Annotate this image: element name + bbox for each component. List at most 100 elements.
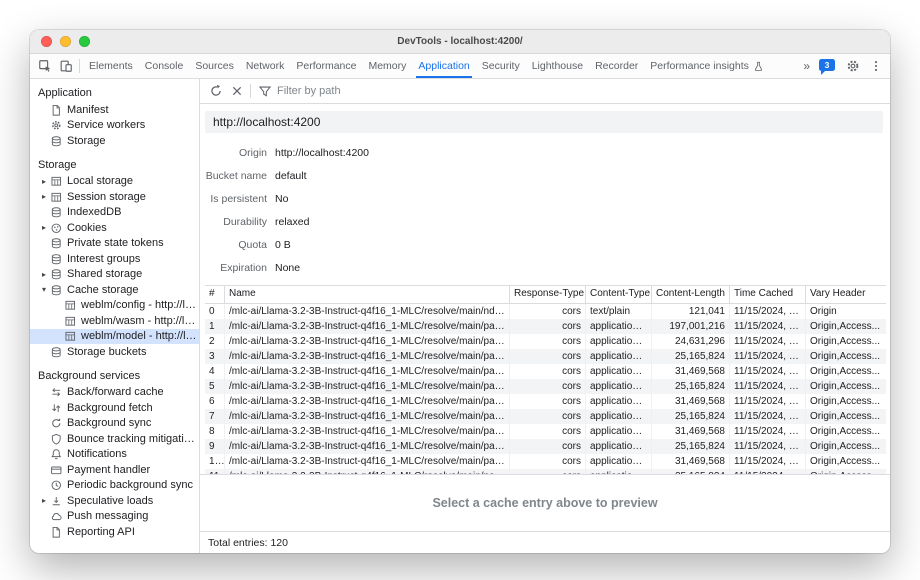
- cache-entry-row[interactable]: 4/mlc-ai/Llama-3.2-3B-Instruct-q4f16_1-M…: [205, 364, 886, 379]
- sidebar-item-storage-buckets[interactable]: Storage buckets: [30, 344, 199, 360]
- minimize-window-button[interactable]: [60, 36, 71, 47]
- tab-sources[interactable]: Sources: [189, 54, 240, 78]
- sidebar-item-label: Cookies: [67, 222, 107, 234]
- sidebar-item-background-sync[interactable]: Background sync: [30, 416, 199, 432]
- tab-lighthouse[interactable]: Lighthouse: [526, 54, 589, 78]
- cell-: 3: [205, 349, 225, 364]
- sidebar-item-service-workers[interactable]: Service workers: [30, 118, 199, 134]
- cell-content-length: 197,001,216: [652, 319, 730, 334]
- sidebar-item-bounce-tracking-mitigations[interactable]: Bounce tracking mitigations: [30, 431, 199, 447]
- sidebar-item-background-fetch[interactable]: Background fetch: [30, 400, 199, 416]
- sidebar-item-label: Cache storage: [67, 284, 139, 296]
- chevron-right-icon[interactable]: ▸: [38, 223, 50, 232]
- zoom-window-button[interactable]: [79, 36, 90, 47]
- sidebar-item-back-forward-cache[interactable]: Back/forward cache: [30, 385, 199, 401]
- kebab-menu-icon[interactable]: [865, 56, 886, 77]
- devtools-body: Application Manifest Service workers Storag…: [30, 79, 890, 553]
- console-messages-badge[interactable]: 3: [819, 59, 835, 71]
- sidebar-item-label: Service workers: [67, 119, 145, 131]
- sidebar-item-reporting-api[interactable]: Reporting API: [30, 524, 199, 540]
- document-icon: [50, 104, 67, 117]
- tab-elements[interactable]: Elements: [83, 54, 139, 78]
- sidebar-item-shared-storage[interactable]: ▸Shared storage: [30, 267, 199, 283]
- chevron-right-icon[interactable]: ▸: [38, 192, 50, 201]
- cache-entry-row[interactable]: 0/mlc-ai/Llama-3.2-3B-Instruct-q4f16_1-M…: [205, 304, 886, 319]
- tab-recorder[interactable]: Recorder: [589, 54, 644, 78]
- cell-time-cached: 11/15/2024, 10...: [730, 424, 806, 439]
- cell-time-cached: 11/15/2024, 10...: [730, 454, 806, 469]
- more-tabs-chevron-icon[interactable]: »: [799, 59, 814, 73]
- cache-entry-row[interactable]: 3/mlc-ai/Llama-3.2-3B-Instruct-q4f16_1-M…: [205, 349, 886, 364]
- sidebar-item-weblm-wasm-http-loca[interactable]: weblm/wasm - http://loca...: [30, 313, 199, 329]
- sidebar-item-session-storage[interactable]: ▸Session storage: [30, 189, 199, 205]
- sidebar-section-application: Application: [30, 84, 199, 102]
- settings-gear-icon[interactable]: [842, 56, 863, 77]
- close-window-button[interactable]: [41, 36, 52, 47]
- sidebar-item-cookies[interactable]: ▸ Cookies: [30, 220, 199, 236]
- tab-security[interactable]: Security: [476, 54, 526, 78]
- sidebar-item-local-storage[interactable]: ▸Local storage: [30, 174, 199, 190]
- cell-content-type: application/oc...: [586, 379, 652, 394]
- cache-entry-row[interactable]: 10/mlc-ai/Llama-3.2-3B-Instruct-q4f16_1-…: [205, 454, 886, 469]
- status-bar: Total entries: 120: [200, 531, 890, 553]
- tab-performance[interactable]: Performance: [290, 54, 362, 78]
- database-icon: [50, 253, 67, 266]
- device-toolbar-icon[interactable]: [55, 56, 76, 77]
- sidebar-item-cache-storage[interactable]: ▾ Cache storage: [30, 282, 199, 298]
- cache-origin-header: http://localhost:4200: [205, 111, 883, 133]
- sidebar-item-weblm-model-http-loc[interactable]: weblm/model - http://loc...: [30, 329, 199, 345]
- chevron-down-icon[interactable]: ▾: [38, 285, 50, 294]
- sidebar-item-push-messaging[interactable]: Push messaging: [30, 509, 199, 525]
- chevron-right-icon[interactable]: ▸: [38, 177, 50, 186]
- sidebar-item-weblm-config-http-loc[interactable]: weblm/config - http://loc...: [30, 298, 199, 314]
- sidebar-item-interest-groups[interactable]: Interest groups: [30, 251, 199, 267]
- column-header-content-length[interactable]: Content-Length: [652, 286, 730, 303]
- devtools-window: DevTools - localhost:4200/ ElementsConso…: [30, 30, 890, 553]
- chevron-right-icon[interactable]: ▸: [38, 496, 50, 505]
- sidebar-item-private-state-tokens[interactable]: Private state tokens: [30, 236, 199, 252]
- chevron-right-icon[interactable]: ▸: [38, 270, 50, 279]
- console-messages-count: 3: [825, 60, 830, 70]
- sidebar-item-speculative-loads[interactable]: ▸Speculative loads: [30, 493, 199, 509]
- filter-input[interactable]: [277, 85, 477, 97]
- cell-: 8: [205, 424, 225, 439]
- cell-content-type: application/oc...: [586, 394, 652, 409]
- cache-entry-row[interactable]: 6/mlc-ai/Llama-3.2-3B-Instruct-q4f16_1-M…: [205, 394, 886, 409]
- tab-network[interactable]: Network: [240, 54, 291, 78]
- sidebar-item-label: Manifest: [67, 104, 109, 116]
- sidebar-item-label: weblm/wasm - http://loca...: [81, 315, 199, 327]
- cache-entry-row[interactable]: 5/mlc-ai/Llama-3.2-3B-Instruct-q4f16_1-M…: [205, 379, 886, 394]
- column-header-name[interactable]: Name: [225, 286, 510, 303]
- tab-performance-insights[interactable]: Performance insights: [644, 54, 770, 78]
- inspect-element-icon[interactable]: [34, 56, 55, 77]
- sidebar-item-notifications[interactable]: Notifications: [30, 447, 199, 463]
- cell-name: /mlc-ai/Llama-3.2-3B-Instruct-q4f16_1-ML…: [225, 304, 510, 319]
- window-title: DevTools - localhost:4200/: [30, 36, 890, 47]
- cache-entry-row[interactable]: 7/mlc-ai/Llama-3.2-3B-Instruct-q4f16_1-M…: [205, 409, 886, 424]
- sidebar-item-indexeddb[interactable]: IndexedDB: [30, 205, 199, 221]
- sidebar-item-manifest[interactable]: Manifest: [30, 102, 199, 118]
- cache-entry-row[interactable]: 9/mlc-ai/Llama-3.2-3B-Instruct-q4f16_1-M…: [205, 439, 886, 454]
- sidebar-item-storage[interactable]: Storage: [30, 133, 199, 149]
- column-header-response-type[interactable]: Response-Type: [510, 286, 586, 303]
- cache-entry-row[interactable]: 1/mlc-ai/Llama-3.2-3B-Instruct-q4f16_1-M…: [205, 319, 886, 334]
- meta-value: relaxed: [275, 216, 309, 228]
- cell-content-type: application/oc...: [586, 454, 652, 469]
- column-header-[interactable]: #: [205, 286, 225, 303]
- cell-vary-header: Origin,Access...: [806, 394, 886, 409]
- refresh-icon[interactable]: [205, 81, 226, 102]
- sidebar-item-payment-handler[interactable]: Payment handler: [30, 462, 199, 478]
- sidebar-item-label: weblm/config - http://loc...: [81, 299, 199, 311]
- column-header-vary-header[interactable]: Vary Header: [806, 286, 886, 303]
- cache-entry-row[interactable]: 2/mlc-ai/Llama-3.2-3B-Instruct-q4f16_1-M…: [205, 334, 886, 349]
- column-header-time-cached[interactable]: Time Cached: [730, 286, 806, 303]
- column-header-content-type[interactable]: Content-Type: [586, 286, 652, 303]
- delete-selected-icon[interactable]: [226, 81, 247, 102]
- cache-entry-row[interactable]: 8/mlc-ai/Llama-3.2-3B-Instruct-q4f16_1-M…: [205, 424, 886, 439]
- database-icon: [50, 268, 67, 281]
- tab-application[interactable]: Application: [412, 54, 475, 78]
- tab-memory[interactable]: Memory: [362, 54, 412, 78]
- tab-console[interactable]: Console: [139, 54, 190, 78]
- cell-: 10: [205, 454, 225, 469]
- sidebar-item-periodic-background-sync[interactable]: Periodic background sync: [30, 478, 199, 494]
